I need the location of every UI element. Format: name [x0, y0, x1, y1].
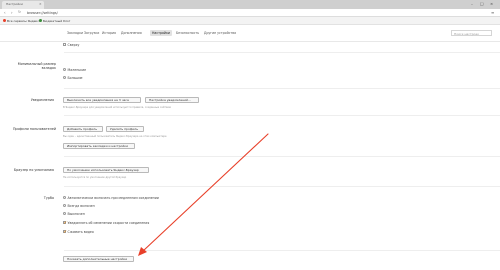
- tabs-size-large-radio[interactable]: Большие: [63, 76, 83, 80]
- default-browser-hint: Не используется по умолчанию другой брау…: [63, 176, 127, 179]
- profiles-label: Профили пользователей: [12, 127, 56, 131]
- yandex-icon: [3, 19, 6, 23]
- maximize-icon[interactable]: □: [480, 1, 484, 6]
- profiles-hint: Вы один – единственный пользователь Янде…: [63, 135, 167, 138]
- nav-security[interactable]: Безопасность: [176, 31, 199, 35]
- default-browser-label: Браузер по умолчанию: [13, 168, 54, 172]
- section-divider: [64, 115, 500, 116]
- blog-icon: [39, 19, 42, 23]
- minimize-icon[interactable]: –: [471, 1, 473, 6]
- option-label: Сжимать видео: [67, 230, 94, 234]
- option-label: Сверху: [67, 43, 80, 47]
- tab-close-icon[interactable]: ×: [39, 2, 42, 6]
- import-bookmarks-button[interactable]: Импортировать закладки и настройки: [63, 143, 135, 149]
- radio-dot: [63, 204, 66, 208]
- add-profile-button[interactable]: Добавить профиль: [63, 126, 103, 132]
- nav-other-devices[interactable]: Другие устройства: [204, 31, 236, 35]
- settings-nav: Закладки Загрузки История Дополнения Нас…: [0, 30, 500, 38]
- notifications-label: Уведомления: [30, 98, 54, 102]
- title-bar: Настройки × – □ ×: [0, 0, 500, 9]
- radio-dot: [63, 212, 66, 216]
- option-label: Уведомлять об изменении скорости соедине…: [67, 221, 150, 225]
- radio-dot: [63, 196, 66, 200]
- reload-icon[interactable]: ↻: [18, 10, 21, 14]
- checkbox-box: [63, 43, 66, 47]
- arrow-head: [138, 247, 147, 256]
- nav-bookmarks[interactable]: Закладки: [67, 31, 83, 35]
- turbo-compress-video-checkbox[interactable]: Сжимать видео: [63, 229, 94, 234]
- turbo-notify-checkbox[interactable]: Уведомлять об изменении скорости соедине…: [63, 220, 150, 225]
- address-bar: ‹ › ↻ browser://settings/ ≡: [0, 9, 500, 17]
- turbo-auto-radio[interactable]: Автоматически включать при медленном сое…: [63, 196, 159, 200]
- checkbox-box: [63, 229, 67, 234]
- turbo-label: Турбо: [43, 196, 54, 200]
- bookmark-label: Все сервисы Яндекса: [7, 19, 41, 23]
- section-divider: [64, 88, 500, 89]
- nav-settings[interactable]: Настройки: [150, 30, 173, 36]
- set-default-browser-button[interactable]: По умолчанию использовать Яндекс.Браузер: [63, 167, 149, 173]
- browser-tab[interactable]: Настройки ×: [2, 1, 44, 9]
- checkbox-box: [63, 220, 67, 225]
- back-icon[interactable]: ‹: [4, 10, 6, 15]
- nav-history[interactable]: История: [102, 31, 116, 35]
- notifications-hint: В Яндекс.Браузере для уведомлений исполь…: [63, 106, 171, 109]
- nav-downloads[interactable]: Загрузки: [84, 31, 99, 35]
- arrow-shaft: [142, 133, 269, 252]
- bookmark-blog[interactable]: Бюджетный блог: [39, 19, 70, 23]
- show-more-settings-button[interactable]: Показать дополнительные настройки: [63, 256, 134, 262]
- top-option-checkbox[interactable]: Сверху: [63, 43, 79, 47]
- section-divider: [64, 156, 500, 157]
- radio-dot: [63, 76, 66, 80]
- close-window-icon[interactable]: ×: [490, 1, 493, 6]
- bookmark-yandex-services[interactable]: Все сервисы Яндекса: [3, 19, 41, 23]
- forward-icon[interactable]: ›: [11, 10, 13, 15]
- tab-title: Настройки: [6, 2, 23, 6]
- tabs-size-label: Минимальный размер вкладок: [17, 62, 56, 71]
- option-label: Большие: [67, 76, 83, 80]
- section-divider: [64, 52, 500, 53]
- bookmarks-bar: Все сервисы Яндекса Бюджетный блог: [0, 17, 500, 25]
- section-divider: [64, 186, 500, 187]
- radio-dot: [63, 68, 66, 72]
- delete-profile-button[interactable]: Удалить профиль: [106, 126, 144, 132]
- nav-extensions[interactable]: Дополнения: [121, 31, 142, 35]
- url-field[interactable]: browser://settings/: [27, 11, 58, 15]
- notification-settings-button[interactable]: Настройка уведомлений...: [145, 97, 199, 103]
- section-divider: [64, 250, 500, 251]
- tabs-size-small-radio[interactable]: Маленькие: [63, 68, 86, 72]
- option-label: Выключен: [67, 212, 85, 216]
- nav-divider: [0, 41, 500, 42]
- bookmark-label: Бюджетный блог: [43, 19, 71, 23]
- option-label: Всегда включен: [67, 204, 95, 208]
- option-label: Маленькие: [67, 68, 87, 72]
- turbo-off-radio[interactable]: Выключен: [63, 212, 85, 216]
- settings-search-input[interactable]: Поиск настроек: [451, 30, 492, 36]
- turbo-always-radio[interactable]: Всегда включен: [63, 204, 95, 208]
- browser-menu-icon[interactable]: ≡: [491, 10, 494, 15]
- option-label: Автоматически включать при медленном сое…: [67, 196, 159, 200]
- disable-notifications-button[interactable]: Выключить все уведомления на 3 часа: [63, 97, 141, 103]
